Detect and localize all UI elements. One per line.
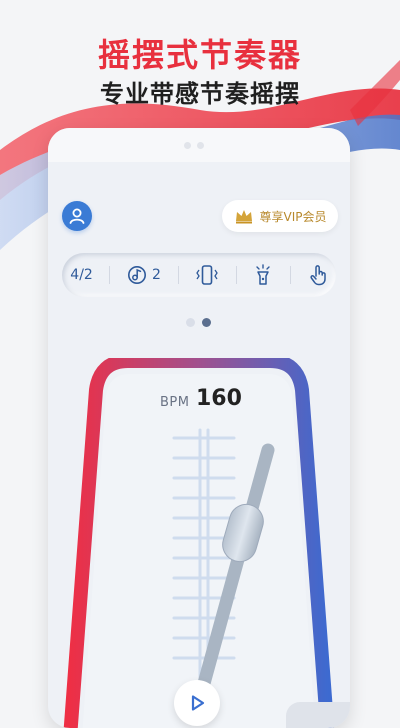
tap-tempo-button[interactable]	[308, 264, 328, 286]
crown-icon	[235, 210, 252, 224]
sound-icon	[128, 266, 147, 284]
phone-screen: 尊享VIP会员 4/2 2 BPM 160	[48, 128, 350, 728]
time-signature-value: 4/2	[70, 267, 93, 283]
time-signature-button[interactable]: 4/2	[70, 267, 93, 283]
status-bar	[48, 128, 350, 162]
page-dot[interactable]	[186, 318, 195, 327]
vip-label: 尊享VIP会员	[259, 209, 327, 224]
sound-count: 2	[152, 267, 161, 283]
page-indicator	[186, 318, 211, 327]
user-icon	[69, 208, 85, 224]
sound-button[interactable]: 2	[127, 265, 161, 285]
vibration-icon	[196, 265, 218, 285]
bottom-panel-tab	[286, 702, 350, 728]
divider	[235, 266, 237, 284]
user-avatar-button[interactable]	[62, 201, 92, 231]
divider	[177, 266, 179, 284]
divider	[290, 266, 292, 284]
metronome-body	[63, 358, 335, 728]
settings-toolbar: 4/2 2	[62, 253, 336, 297]
vip-button[interactable]: 尊享VIP会员	[222, 200, 338, 232]
vibration-button[interactable]	[195, 264, 219, 286]
flashlight-icon	[256, 264, 271, 285]
promo-title: 摇摆式节奏器	[97, 36, 302, 74]
play-button[interactable]	[174, 680, 220, 726]
promo-subtitle: 专业带感节奏摇摆	[100, 80, 300, 108]
tap-icon	[310, 265, 326, 286]
divider	[109, 266, 111, 284]
bpm-label: BPM	[160, 395, 190, 410]
flashlight-button[interactable]	[253, 264, 273, 286]
bpm-value[interactable]: 160	[196, 386, 242, 411]
notch	[184, 142, 204, 149]
page-dot-active[interactable]	[202, 318, 211, 327]
